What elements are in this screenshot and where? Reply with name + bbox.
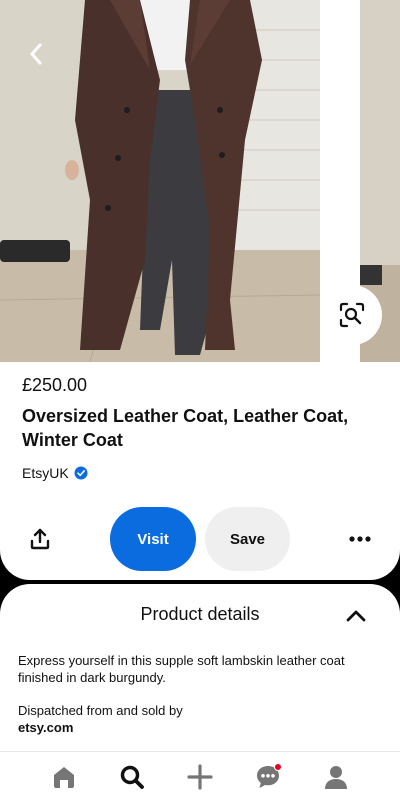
nav-messages[interactable]	[253, 762, 283, 792]
product-card: £250.00 Oversized Leather Coat, Leather …	[0, 0, 400, 580]
ellipsis-icon	[349, 536, 371, 542]
product-details-toggle[interactable]: Product details	[0, 584, 400, 644]
visit-button[interactable]: Visit	[110, 507, 196, 571]
product-details-title: Product details	[140, 604, 260, 624]
collapse-button[interactable]	[344, 604, 368, 628]
home-icon	[54, 767, 74, 788]
plus-icon	[187, 764, 213, 790]
pin-detail-screen: £250.00 Oversized Leather Coat, Leather …	[0, 0, 400, 805]
product-image-carousel[interactable]	[0, 0, 400, 362]
visual-search-button[interactable]	[322, 285, 382, 345]
nav-search[interactable]	[117, 762, 147, 792]
share-icon	[30, 528, 50, 550]
dispatch-info: Dispatched from and sold by etsy.com	[18, 702, 378, 736]
dispatch-text: Dispatched from and sold by	[18, 703, 183, 718]
seller-name: EtsyUK	[22, 465, 69, 481]
seller-link[interactable]: EtsyUK	[22, 465, 88, 481]
lens-icon	[339, 302, 365, 328]
chevron-left-icon	[30, 43, 42, 65]
product-price: £250.00	[22, 375, 88, 395]
verified-check-icon	[74, 466, 88, 480]
share-button[interactable]	[24, 523, 56, 555]
notification-dot	[274, 763, 282, 771]
dispatch-site-link[interactable]: etsy.com	[18, 719, 378, 736]
product-description: Express yourself in this supple soft lam…	[18, 653, 345, 685]
back-button[interactable]	[18, 36, 54, 72]
product-details-panel: Product details Express yourself in this…	[0, 584, 400, 751]
bottom-navigation	[0, 751, 400, 805]
profile-icon	[325, 766, 347, 789]
nav-profile[interactable]	[321, 762, 351, 792]
product-title: Oversized Leather Coat, Leather Coat, Wi…	[22, 406, 349, 450]
nav-create[interactable]	[185, 762, 215, 792]
nav-home[interactable]	[49, 762, 79, 792]
action-bar: Visit Save	[0, 507, 400, 571]
search-icon	[120, 765, 144, 789]
more-options-button[interactable]	[344, 525, 376, 553]
chevron-up-icon	[346, 610, 366, 622]
save-button[interactable]: Save	[205, 507, 290, 571]
